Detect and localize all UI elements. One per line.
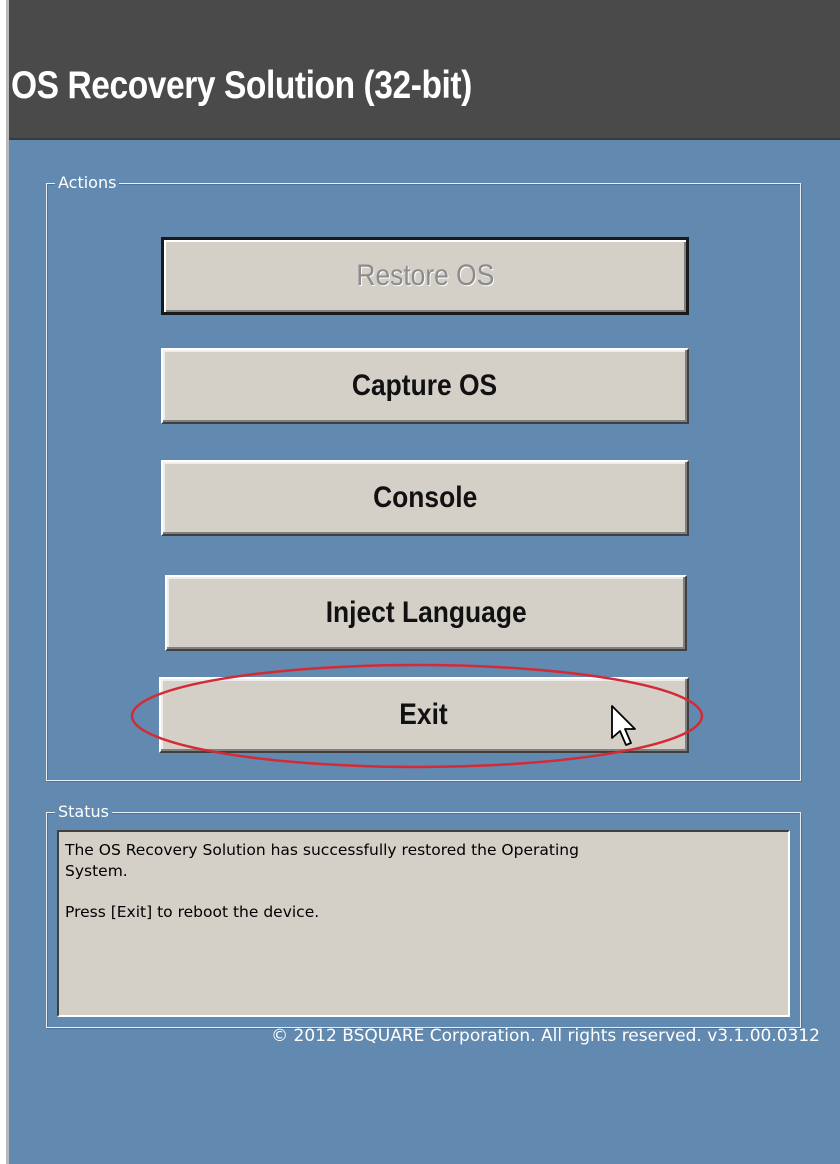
title-bar: OS Recovery Solution (32-bit) [9, 0, 840, 140]
status-legend: Status [55, 802, 112, 822]
capture-os-button[interactable]: Capture OS [161, 348, 689, 424]
inject-language-button[interactable]: Inject Language [165, 575, 687, 651]
status-textbox[interactable]: The OS Recovery Solution has successfull… [57, 830, 790, 1017]
console-label: Console [372, 481, 478, 514]
exit-label: Exit [399, 698, 449, 731]
window-title: OS Recovery Solution (32-bit) [11, 64, 472, 107]
recovery-window: OS Recovery Solution (32-bit) Actions Re… [6, 0, 840, 1164]
restore-os-button[interactable]: Restore OS [161, 237, 689, 315]
capture-os-label: Capture OS [352, 369, 498, 402]
copyright-footer: © 2012 BSQUARE Corporation. All rights r… [271, 1026, 820, 1046]
exit-button[interactable]: Exit [159, 677, 689, 753]
status-message-line-1: The OS Recovery Solution has successfull… [65, 841, 579, 859]
console-button[interactable]: Console [161, 460, 689, 536]
status-group: Status The OS Recovery Solution has succ… [46, 802, 801, 1028]
actions-group: Actions Restore OS Capture OS Console In… [46, 173, 801, 781]
status-spacer [65, 882, 782, 902]
actions-legend: Actions [55, 173, 120, 193]
status-message-line-3: Press [Exit] to reboot the device. [65, 903, 320, 921]
inject-language-label: Inject Language [325, 596, 527, 629]
restore-os-label: Restore OS [356, 259, 494, 292]
status-message-line-2: System. [65, 862, 128, 880]
